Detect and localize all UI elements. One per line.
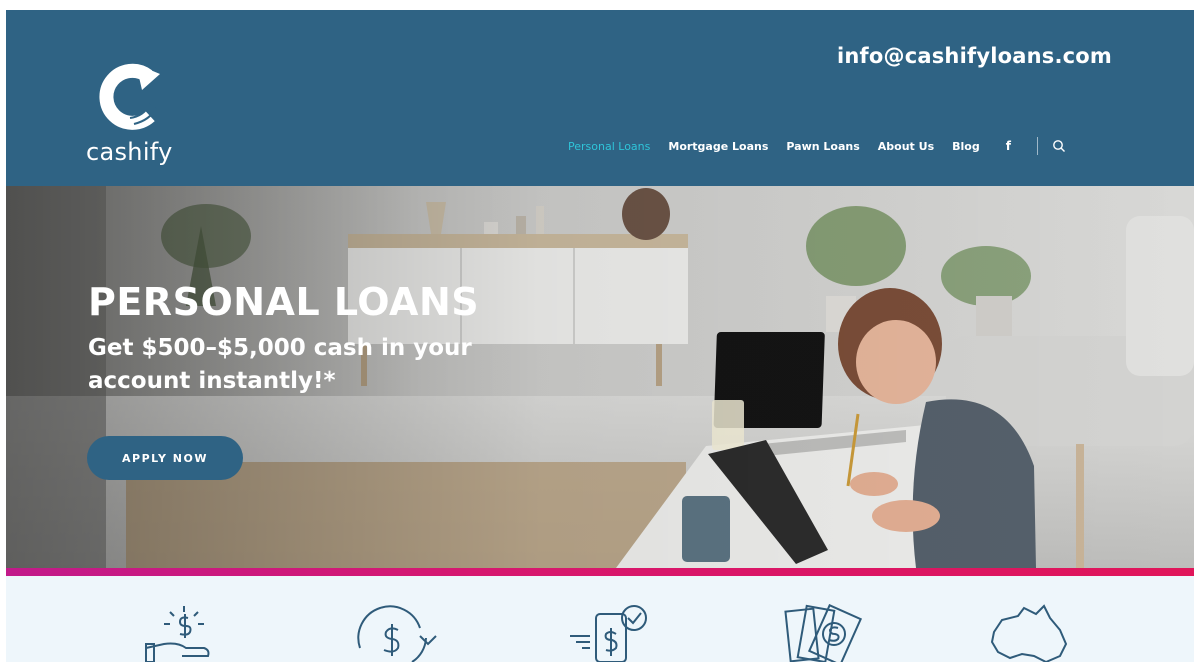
apply-now-button[interactable]: APPLY NOW — [87, 436, 243, 480]
hero-title: PERSONAL LOANS — [88, 280, 480, 324]
logo-text: cashify — [86, 138, 173, 166]
hero-banner: PERSONAL LOANS Get $500–$5,000 cash in y… — [6, 186, 1194, 568]
search-icon[interactable] — [1052, 139, 1066, 153]
features-strip — [6, 576, 1194, 662]
nav-about-us[interactable]: About Us — [878, 140, 934, 153]
facebook-icon[interactable]: f — [1006, 139, 1011, 153]
nav-mortgage-loans[interactable]: Mortgage Loans — [668, 140, 768, 153]
australia-map-icon — [990, 604, 1068, 662]
page-frame: info@cashifyloans.com cashify Personal L… — [6, 10, 1194, 662]
nav-divider — [1036, 137, 1038, 155]
nav-blog[interactable]: Blog — [952, 140, 980, 153]
logo[interactable]: cashify — [86, 58, 196, 176]
dollar-hand-icon — [145, 606, 210, 662]
logo-mark-icon — [99, 63, 160, 130]
contact-email[interactable]: info@cashifyloans.com — [837, 44, 1112, 68]
dollar-cycle-icon — [357, 605, 437, 662]
site-header: info@cashifyloans.com cashify Personal L… — [6, 10, 1194, 186]
main-nav: Personal Loans Mortgage Loans Pawn Loans… — [568, 136, 1066, 156]
accent-bar — [6, 568, 1194, 576]
fast-payment-phone-icon — [570, 605, 647, 662]
cash-notes-icon — [784, 604, 863, 662]
nav-personal-loans[interactable]: Personal Loans — [568, 140, 650, 153]
hero-subtitle: Get $500–$5,000 cash in your account ins… — [88, 335, 472, 394]
nav-pawn-loans[interactable]: Pawn Loans — [786, 140, 859, 153]
